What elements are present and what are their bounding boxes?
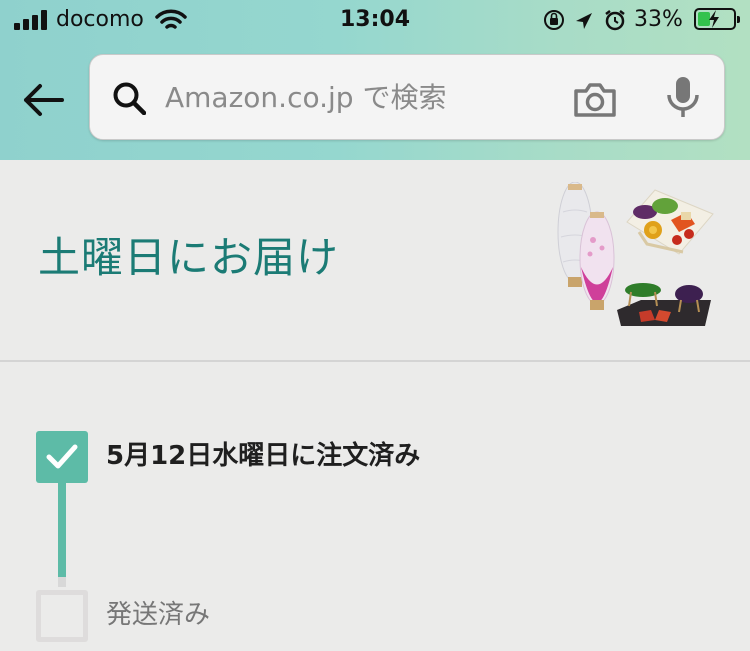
obon-decoration-illustration [557,182,714,326]
orientation-lock-icon [544,10,564,30]
checkmark-icon [46,444,78,469]
alarm-icon [605,10,625,31]
step-ordered-checkbox [36,431,88,483]
delivery-heading: 土曜日にお届け [38,233,340,282]
microphone-icon[interactable] [664,75,702,121]
camera-icon[interactable] [572,79,618,119]
progress-line-pending [58,577,66,587]
step-shipped-label: 発送済み [106,600,211,630]
status-indicator-icons [544,10,625,31]
battery-charging-icon [694,8,740,30]
step-ordered-label: 5月12日水曜日に注文済み [106,441,421,471]
status-bar: docomo 13:04 33% [0,0,750,44]
section-divider [0,360,750,362]
battery-percent: 33% [634,7,683,32]
search-icon [113,82,146,115]
back-arrow-icon[interactable] [22,80,66,120]
search-placeholder: Amazon.co.jp で検索 [165,81,447,114]
location-arrow-icon [576,13,592,29]
step-shipped-checkbox [36,590,88,642]
progress-line-complete [58,483,66,577]
search-field[interactable]: Amazon.co.jp で検索 [89,54,725,140]
